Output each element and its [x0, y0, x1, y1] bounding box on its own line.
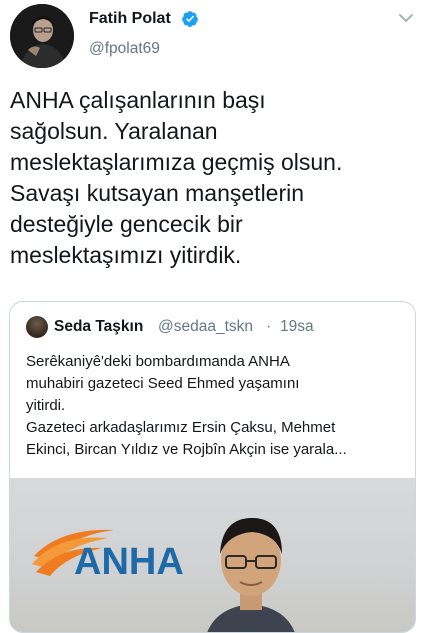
quoted-timestamp[interactable]: 19sa [280, 318, 314, 336]
anha-logo-text: ANHA [74, 541, 184, 583]
meta-separator: · [266, 318, 272, 335]
quoted-author-handle[interactable]: @sedaa_tskn [158, 318, 253, 336]
author-display-name[interactable]: Fatih Polat [89, 10, 171, 28]
quoted-author-avatar[interactable] [26, 316, 48, 338]
tweet-text: ANHA çalışanlarının başı sağolsun. Yaral… [10, 87, 343, 268]
person-photo [207, 518, 295, 632]
quoted-author-name[interactable]: Seda Taşkın [54, 318, 143, 336]
author-avatar-image [10, 4, 74, 68]
quoted-media-image[interactable]: ANHA [10, 478, 415, 632]
quoted-tweet-card[interactable]: Seda Taşkın @sedaa_tskn · 19sa Serêkaniy… [9, 301, 416, 633]
tweet-header: Fatih Polat @fpolat69 [0, 0, 423, 70]
author-avatar[interactable] [10, 4, 74, 68]
author-handle[interactable]: @fpolat69 [89, 40, 160, 58]
chevron-down-icon[interactable] [398, 12, 414, 24]
quoted-tweet-text: Serêkaniyê'deki bombardımanda ANHA muhab… [26, 353, 347, 458]
verified-badge-icon [182, 11, 198, 27]
